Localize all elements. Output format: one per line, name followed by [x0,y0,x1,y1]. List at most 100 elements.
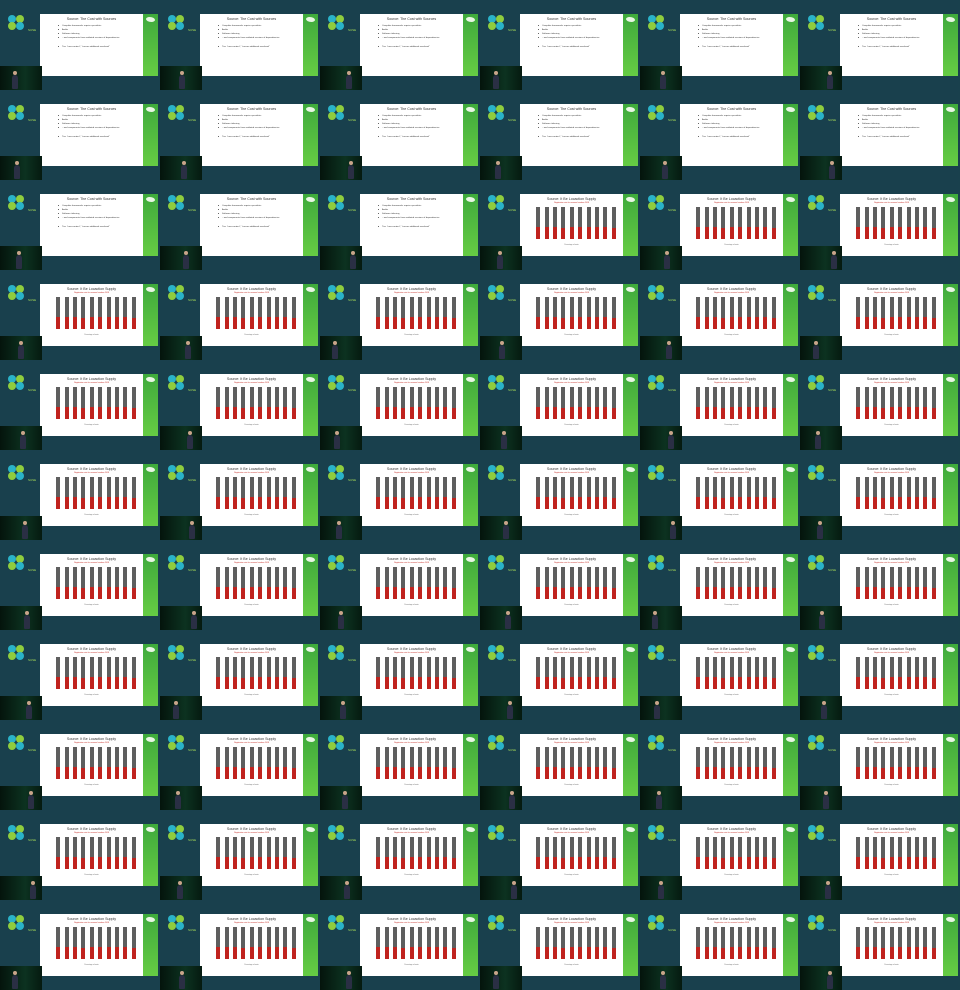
stacked-bar-chart [214,927,298,959]
chart-bar [216,297,221,329]
bar-segment-gray [435,657,439,678]
video-frame[interactable]: SUSE Source: It Be Locaction Supply Regist… [640,180,800,270]
video-frame[interactable]: SUSE Source: It Be Locaction Supply Regist… [800,720,960,810]
video-frame[interactable]: SUSE Source: It Be Locaction Supply Regist… [480,810,640,900]
video-frame[interactable]: SUSE Source: It Be Locaction Supply Regist… [800,630,960,720]
video-frame[interactable]: SUSE Source: It Be Locaction Supply Regist… [0,360,160,450]
conference-logo-icon: SUSE [808,735,840,759]
video-frame[interactable]: SUSE Source: It Be Locaction Supply Regist… [480,180,640,270]
video-frame[interactable]: SUSE Source: It Be Locaction Supply Regist… [480,450,640,540]
video-frame[interactable]: SUSE Source: It Be Locaction Supply Regist… [0,450,160,540]
video-frame[interactable]: SUSE Source: It Be Locaction Supply Regist… [640,270,800,360]
bar-segment-gray [696,297,701,317]
bar-segment-gray [721,207,726,228]
video-frame[interactable]: SUSE Source: It Be Locaction Supply Regist… [640,540,800,630]
video-frame[interactable]: SUSE Source: It Be Locaction Supply Regist… [640,450,800,540]
video-frame[interactable]: SUSE Source: It Be Locaction Supply Regist… [320,720,480,810]
video-frame[interactable]: SUSE Source: It Be Locaction Supply Regist… [320,810,480,900]
video-frame[interactable]: SUSE Source: The Cost with Sources Complet… [640,0,800,90]
video-frame[interactable]: SUSE Source: It Be Locaction Supply Regist… [480,630,640,720]
video-frame[interactable]: SUSE Source: It Be Locaction Supply Regist… [800,540,960,630]
video-frame[interactable]: SUSE Source: The Cost with Sources Complet… [320,0,480,90]
video-frame[interactable]: SUSE Source: It Be Locaction Supply Regist… [0,810,160,900]
video-frame[interactable]: SUSE Source: It Be Locaction Supply Regist… [800,810,960,900]
bar-segment-gray [536,477,541,497]
video-frame[interactable]: SUSE Source: The Cost with Sources Complet… [800,0,960,90]
bar-segment-gray [569,477,574,498]
video-frame[interactable]: SUSE Source: It Be Locaction Supply Regist… [800,450,960,540]
video-frame[interactable]: SUSE Source: It Be Locaction Supply Regist… [640,630,800,720]
bar-segment-gray [409,477,414,498]
video-frame[interactable]: SUSE Source: The Cost with Sources Complet… [480,0,640,90]
video-frame[interactable]: SUSE Source: It Be Locaction Supply Regist… [160,360,320,450]
video-frame[interactable]: SUSE Source: It Be Locaction Supply Regist… [160,720,320,810]
bar-segment-red [56,766,61,779]
video-frame[interactable]: SUSE Source: It Be Locaction Supply Regist… [160,810,320,900]
video-frame[interactable]: SUSE Source: It Be Locaction Supply Regist… [0,900,160,990]
video-frame[interactable]: SUSE Source: It Be Locaction Supply Regist… [480,270,640,360]
bar-segment-red [864,947,869,959]
bar-segment-red [923,317,928,329]
chart-bar [89,747,94,779]
bar-segment-gray [873,477,877,498]
video-frame[interactable]: SUSE Source: It Be Locaction Supply Regist… [800,180,960,270]
video-frame[interactable]: SUSE Source: The Cost with Sources Complet… [160,180,320,270]
video-frame[interactable]: SUSE Source: It Be Locaction Supply Regist… [160,900,320,990]
video-frame[interactable]: SUSE Source: It Be Locaction Supply Regist… [0,270,160,360]
bar-segment-gray [578,927,583,948]
bar-segment-gray [746,747,751,767]
chart-bar [603,387,608,419]
speaker-figure [505,615,511,629]
video-frame[interactable]: SUSE Source: It Be Locaction Supply Regist… [160,270,320,360]
video-frame[interactable]: SUSE Source: The Cost with Sources Complet… [160,0,320,90]
video-frame[interactable]: SUSE Source: It Be Locaction Supply Regist… [160,630,320,720]
bar-segment-gray [89,387,94,408]
video-frame[interactable]: SUSE Source: It Be Locaction Supply Regist… [320,900,480,990]
speaker-head [494,71,498,75]
video-frame[interactable]: SUSE Source: It Be Locaction Supply Regist… [160,450,320,540]
video-frame[interactable]: SUSE Source: It Be Locaction Supply Regist… [320,540,480,630]
video-frame[interactable]: SUSE Source: It Be Locaction Supply Regist… [640,900,800,990]
video-frame[interactable]: SUSE Source: The Cost with Sources Complet… [320,90,480,180]
chart-bar [544,747,549,779]
chart-bar [553,387,557,419]
video-frame[interactable]: SUSE Source: It Be Locaction Supply Regist… [800,360,960,450]
bar-segment-gray [856,567,861,587]
video-frame[interactable]: SUSE Source: It Be Locaction Supply Regist… [800,270,960,360]
video-frame[interactable]: SUSE Source: It Be Locaction Supply Regist… [480,360,640,450]
video-frame[interactable]: SUSE Source: The Cost with Sources Complet… [480,90,640,180]
video-frame[interactable]: SUSE Source: It Be Locaction Supply Regist… [320,450,480,540]
video-frame[interactable]: SUSE Source: The Cost with Sources Complet… [800,90,960,180]
video-frame[interactable]: SUSE Source: It Be Locaction Supply Regist… [160,540,320,630]
speaker-head [29,791,33,795]
video-frame[interactable]: SUSE Source: It Be Locaction Supply Regist… [800,900,960,990]
video-frame[interactable]: SUSE Source: The Cost with Sources Complet… [160,90,320,180]
video-frame[interactable]: SUSE Source: It Be Locaction Supply Regist… [320,630,480,720]
video-frame[interactable]: SUSE Source: It Be Locaction Supply Regist… [0,540,160,630]
chart-x-label: Percentage of seats [404,425,419,426]
video-frame[interactable]: SUSE Source: It Be Locaction Supply Regist… [640,810,800,900]
bar-segment-red [738,587,743,599]
video-frame[interactable]: SUSE Source: The Cost with Sources Complet… [640,90,800,180]
bullet-list: Complete frameworks require specialists A… [58,24,120,49]
video-frame[interactable]: SUSE Source: The Cost with Sources Complet… [0,180,160,270]
video-frame[interactable]: SUSE Source: The Cost with Sources Complet… [0,0,160,90]
chart-x-label: Percentage of seats [564,695,579,696]
video-frame[interactable]: SUSE Source: It Be Locaction Supply Regist… [480,720,640,810]
video-frame[interactable]: SUSE Source: The Cost with Sources Complet… [320,180,480,270]
chart-x-label: Percentage of seats [564,965,579,966]
video-frame[interactable]: SUSE Source: It Be Locaction Supply Regist… [320,360,480,450]
conference-logo-icon: SUSE [488,285,520,309]
video-frame[interactable]: SUSE Source: It Be Locaction Supply Regist… [480,900,640,990]
chart-bar [553,837,557,869]
chart-bar [115,297,119,329]
video-frame[interactable]: SUSE Source: It Be Locaction Supply Regist… [480,540,640,630]
video-frame[interactable]: SUSE Source: It Be Locaction Supply Regist… [0,720,160,810]
video-frame[interactable]: SUSE Source: It Be Locaction Supply Regist… [0,630,160,720]
video-frame[interactable]: SUSE Source: It Be Locaction Supply Regist… [640,360,800,450]
bar-segment-gray [376,657,381,677]
video-frame[interactable]: SUSE Source: The Cost with Sources Complet… [0,90,160,180]
slide-title: Source: It Be Locaction Supply [866,197,917,201]
video-frame[interactable]: SUSE Source: It Be Locaction Supply Regist… [320,270,480,360]
video-frame[interactable]: SUSE Source: It Be Locaction Supply Regist… [640,720,800,810]
